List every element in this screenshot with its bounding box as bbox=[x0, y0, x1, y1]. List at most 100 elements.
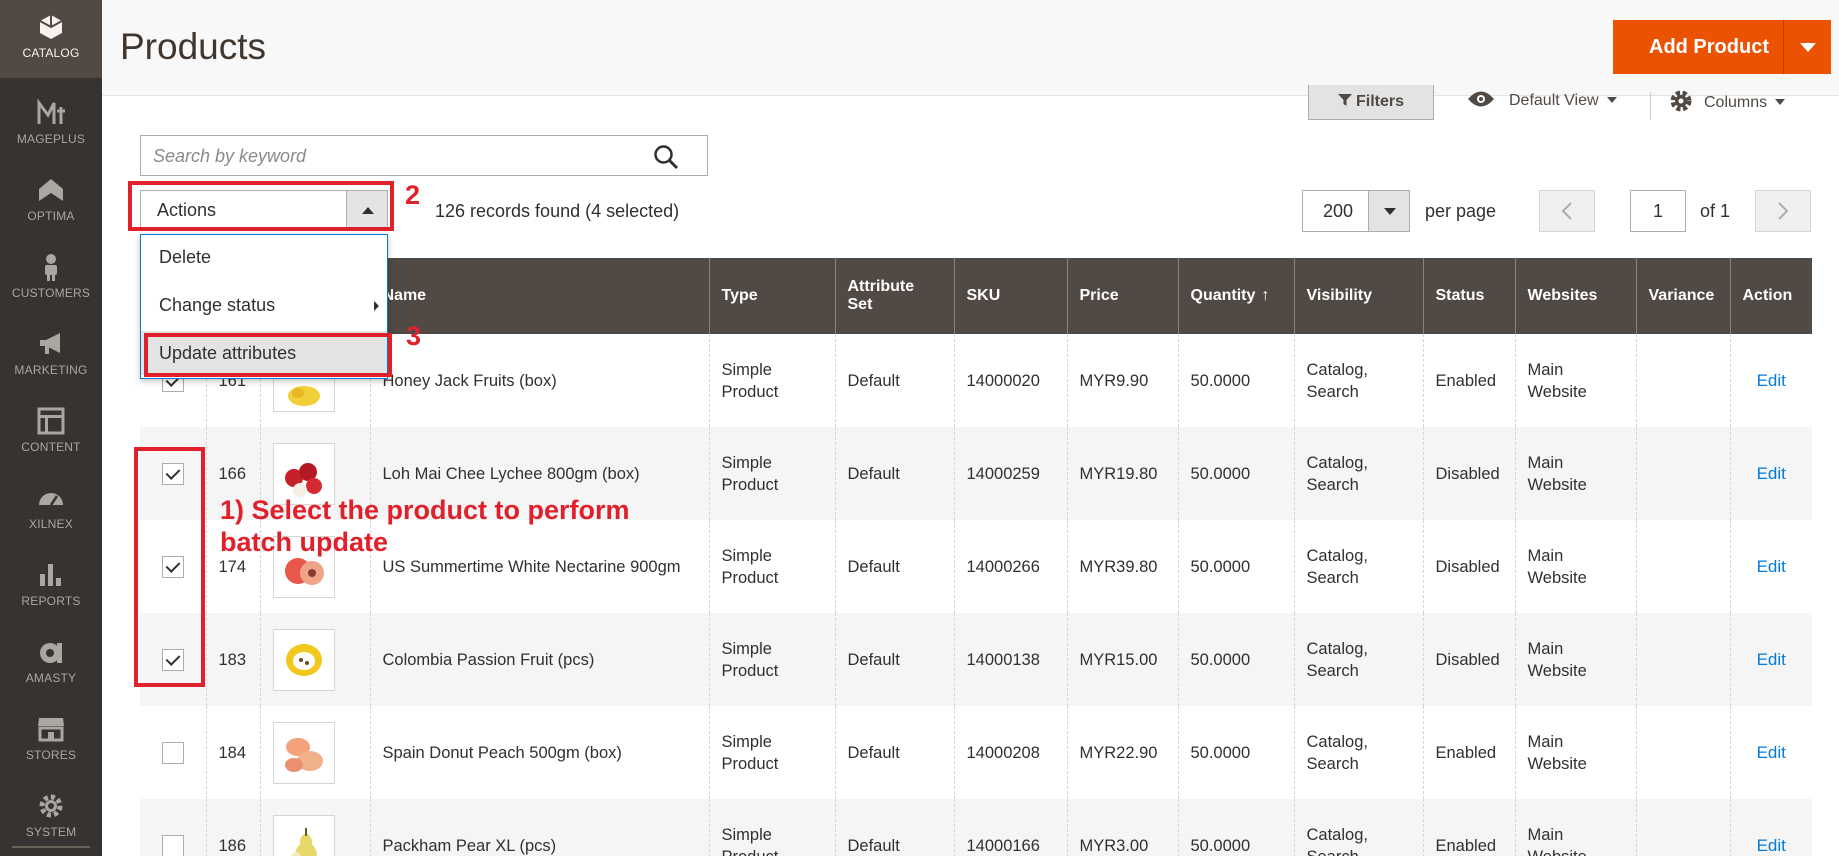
product-name: Spain Donut Peach 500gm (box) bbox=[369, 706, 709, 799]
columns-label: Columns bbox=[1704, 94, 1768, 111]
caret-down-icon bbox=[1384, 208, 1396, 215]
product-quantity: 50.0000 bbox=[1177, 799, 1294, 856]
next-page-button[interactable] bbox=[1755, 190, 1811, 232]
action-cell: Edit bbox=[1729, 520, 1812, 613]
add-product-button[interactable]: Add Product bbox=[1613, 20, 1783, 74]
search-icon[interactable] bbox=[653, 144, 679, 170]
annotation-box-checkboxes bbox=[134, 447, 205, 687]
column-header-attribute-set[interactable]: Attribute Set bbox=[834, 258, 954, 334]
page-total: of 1 bbox=[1700, 201, 1731, 221]
product-thumbnail[interactable] bbox=[272, 814, 335, 856]
sidebar-item-stores[interactable]: STORES bbox=[0, 702, 102, 780]
column-header-visibility[interactable]: Visibility bbox=[1293, 258, 1423, 334]
product-websites: Main Website bbox=[1514, 706, 1636, 799]
annotation-box-actions bbox=[128, 181, 394, 231]
product-visibility: Catalog, Search bbox=[1293, 706, 1423, 799]
chevron-right-icon bbox=[1778, 202, 1789, 220]
eye-icon bbox=[1468, 91, 1494, 107]
product-status: Disabled bbox=[1422, 427, 1515, 520]
content-icon bbox=[37, 407, 65, 435]
column-header-label: Quantity bbox=[1190, 287, 1256, 304]
edit-link[interactable]: Edit bbox=[1757, 650, 1786, 669]
admin-sidebar: CATALOG MAGEPLUS OPTIMA CUSTOMERS MARKET… bbox=[0, 0, 102, 856]
default-view-dropdown[interactable]: Default View bbox=[1467, 90, 1617, 110]
column-header-variance[interactable]: Variance bbox=[1635, 258, 1730, 334]
edit-link[interactable]: Edit bbox=[1757, 743, 1786, 762]
product-quantity: 50.0000 bbox=[1177, 706, 1294, 799]
product-visibility: Catalog, Search bbox=[1293, 334, 1423, 427]
sidebar-item-content[interactable]: CONTENT bbox=[0, 394, 102, 472]
edit-link[interactable]: Edit bbox=[1757, 836, 1786, 855]
sidebar-item-customers[interactable]: CUSTOMERS bbox=[0, 240, 102, 318]
sidebar-label: STORES bbox=[25, 748, 77, 762]
search-input[interactable] bbox=[153, 144, 633, 168]
columns-dropdown[interactable]: Columns bbox=[1670, 90, 1786, 112]
add-product-dropdown-toggle[interactable] bbox=[1783, 20, 1831, 74]
stores-icon bbox=[38, 718, 64, 742]
sidebar-item-marketing[interactable]: MARKETING bbox=[0, 317, 102, 395]
column-header-quantity[interactable]: Quantity ↑ bbox=[1177, 258, 1294, 334]
caret-down-icon bbox=[1775, 99, 1786, 105]
row-checkbox[interactable] bbox=[161, 834, 184, 856]
marketing-icon bbox=[40, 333, 60, 354]
thumbnail-cell bbox=[259, 799, 370, 856]
column-header-price[interactable]: Price bbox=[1066, 258, 1178, 334]
edit-link[interactable]: Edit bbox=[1757, 371, 1786, 390]
column-header-websites[interactable]: Websites bbox=[1514, 258, 1636, 334]
product-status: Enabled bbox=[1422, 799, 1515, 856]
sidebar-divider bbox=[12, 846, 90, 848]
product-variance bbox=[1635, 520, 1730, 613]
product-variance bbox=[1635, 334, 1730, 427]
product-sku: 14000208 bbox=[953, 706, 1067, 799]
attribute-set: Default bbox=[834, 706, 954, 799]
sidebar-item-catalog[interactable]: CATALOG bbox=[0, 0, 102, 78]
sidebar-item-reports[interactable]: REPORTS bbox=[0, 548, 102, 626]
sidebar-item-mageplus[interactable]: MAGEPLUS bbox=[0, 86, 102, 164]
menu-item-delete[interactable]: Delete bbox=[141, 235, 387, 279]
product-price: MYR9.90 bbox=[1066, 334, 1178, 427]
catalog-icon bbox=[39, 15, 63, 39]
per-page-toggle[interactable] bbox=[1368, 190, 1410, 232]
product-type: Simple Product bbox=[708, 334, 835, 427]
row-checkbox[interactable] bbox=[161, 741, 184, 764]
edit-link[interactable]: Edit bbox=[1757, 557, 1786, 576]
product-status: Enabled bbox=[1422, 334, 1515, 427]
page-number-input[interactable] bbox=[1630, 190, 1686, 232]
gear-icon bbox=[1670, 90, 1692, 112]
product-name: Colombia Passion Fruit (pcs) bbox=[369, 613, 709, 706]
product-variance bbox=[1635, 706, 1730, 799]
previous-page-button[interactable] bbox=[1539, 190, 1595, 232]
product-id: 183 bbox=[205, 613, 260, 706]
sidebar-label: CUSTOMERS bbox=[11, 286, 91, 300]
edit-link[interactable]: Edit bbox=[1757, 464, 1786, 483]
table-row: 184 Spain Donut Peach 500gm (box) Simple… bbox=[140, 706, 1812, 799]
page-header: Products Add Product bbox=[102, 0, 1839, 96]
column-header-type[interactable]: Type bbox=[708, 258, 835, 334]
menu-item-change-status[interactable]: Change status bbox=[141, 283, 387, 327]
product-thumbnail[interactable] bbox=[272, 721, 335, 784]
product-quantity: 50.0000 bbox=[1177, 520, 1294, 613]
product-websites: Main Website bbox=[1514, 334, 1636, 427]
action-cell: Edit bbox=[1729, 613, 1812, 706]
product-thumbnail[interactable] bbox=[272, 628, 335, 691]
sidebar-item-xilnex[interactable]: XILNEX bbox=[0, 471, 102, 549]
sidebar-item-amasty[interactable]: AMASTY bbox=[0, 625, 102, 703]
sidebar-label: REPORTS bbox=[21, 594, 81, 608]
column-header-status[interactable]: Status bbox=[1422, 258, 1515, 334]
sidebar-item-system[interactable]: SYSTEM bbox=[0, 779, 102, 856]
attribute-set: Default bbox=[834, 799, 954, 856]
product-price: MYR39.80 bbox=[1066, 520, 1178, 613]
product-websites: Main Website bbox=[1514, 427, 1636, 520]
filters-button[interactable]: Filters bbox=[1308, 85, 1434, 120]
caret-down-icon bbox=[1606, 97, 1617, 103]
product-visibility: Catalog, Search bbox=[1293, 799, 1423, 856]
annotation-box-update-attributes bbox=[144, 333, 392, 377]
sidebar-item-optima[interactable]: OPTIMA bbox=[0, 163, 102, 241]
column-header-sku[interactable]: SKU bbox=[953, 258, 1067, 334]
sidebar-label: SYSTEM bbox=[25, 825, 77, 839]
product-sku: 14000020 bbox=[953, 334, 1067, 427]
product-sku: 14000166 bbox=[953, 799, 1067, 856]
thumbnail-cell bbox=[259, 706, 370, 799]
keyword-search bbox=[140, 135, 708, 176]
product-type: Simple Product bbox=[708, 427, 835, 520]
